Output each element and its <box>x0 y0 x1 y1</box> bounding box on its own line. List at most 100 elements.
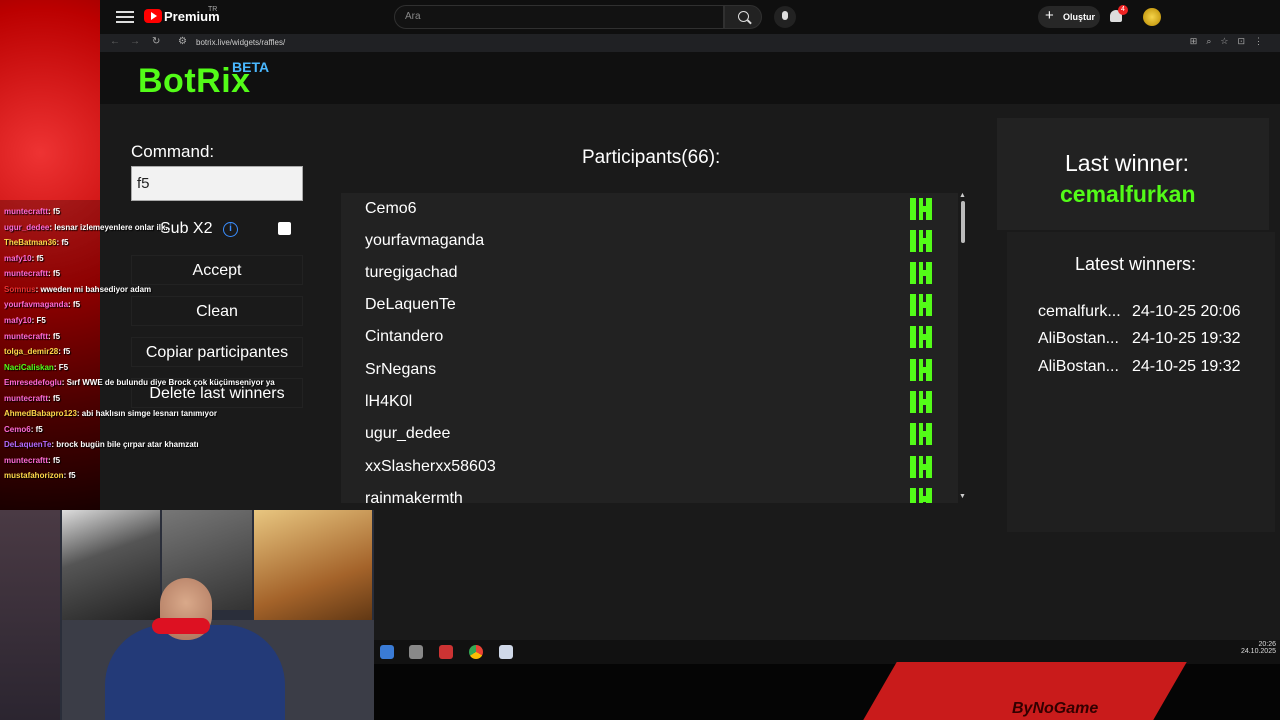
chat-message: DeLaquenTe: brock bugün bile çırpar atar… <box>4 440 199 449</box>
chat-username: yourfavmaganda <box>4 300 69 309</box>
chat-username: TheBatman36 <box>4 238 57 247</box>
chat-message: mustafahorizon: f5 <box>4 471 76 480</box>
youtube-brand-region: TR <box>208 6 218 13</box>
list-item: rainmakermth <box>341 483 958 503</box>
chat-text: : f5 <box>48 456 61 465</box>
participant-name: Cemo6 <box>365 200 417 217</box>
chat-text: : lesnar izlemeyenlere onlar ilk.. <box>49 223 170 232</box>
chat-text: : wweden mi bahsediyor adam <box>35 285 152 294</box>
screen: Premium TR Ara Oluştur + 4 ← → ↻ ⚙ botri… <box>0 0 1280 720</box>
chat-username: tolga_demir28 <box>4 347 59 356</box>
chat-message: ugur_dedee: lesnar izlemeyenlere onlar i… <box>4 223 170 232</box>
list-item: yourfavmaganda <box>341 225 958 257</box>
scrollbar-thumb[interactable] <box>961 201 965 243</box>
obs-icon[interactable] <box>439 645 453 659</box>
chat-message: NaciCaliskan: F5 <box>4 363 68 372</box>
chat-text: : f5 <box>58 347 71 356</box>
chat-text: : f5 <box>48 269 61 278</box>
winner-name: AliBostan... <box>1038 330 1119 347</box>
reload-icon[interactable]: ↻ <box>152 36 160 47</box>
chat-username: muntecraftt <box>4 456 49 465</box>
winner-date: 24-10-25 20:06 <box>1132 303 1241 320</box>
latest-winners-title: Latest winners: <box>1075 254 1197 274</box>
chat-text: : f5 <box>48 332 61 341</box>
cam-poster <box>62 510 160 620</box>
chat-message: Somnus: wweden mi bahsediyor adam <box>4 285 151 294</box>
search-input[interactable]: Ara <box>394 5 724 29</box>
scroll-up-icon[interactable]: ▲ <box>959 192 966 199</box>
chat-message: mafy10: F5 <box>4 316 46 325</box>
kick-icon <box>910 359 932 381</box>
chat-message: yourfavmaganda: f5 <box>4 300 80 309</box>
chat-message: Emresedefoglu: Sırf WWE de bulundu diye … <box>4 378 275 387</box>
chat-username: muntecraftt <box>4 394 49 403</box>
winner-date: 24-10-25 19:32 <box>1132 330 1241 347</box>
youtube-logo-icon[interactable] <box>144 9 162 23</box>
chat-username: Cemo6 <box>4 425 31 434</box>
clock-time: 20:26 <box>1258 641 1276 648</box>
list-item: turegigachad <box>341 257 958 289</box>
chat-username: ugur_dedee <box>4 223 50 232</box>
cam-shelf <box>0 510 60 720</box>
chat-text: : f5 <box>56 238 69 247</box>
menu-icon[interactable] <box>116 8 134 26</box>
chat-text: : f5 <box>31 254 44 263</box>
chat-message: muntecraftt: f5 <box>4 269 60 278</box>
list-item: Cintandero <box>341 321 958 353</box>
brand-logo: ByNoGame <box>1012 700 1099 717</box>
participant-name: Cintandero <box>365 328 444 345</box>
chat-text: : f5 <box>63 471 76 480</box>
clock-date: 24.10.2025 <box>1240 648 1276 655</box>
list-item: Cemo6 <box>341 193 958 225</box>
chat-message: AhmedBabapro123: abi haklısın simge lesn… <box>4 409 217 418</box>
command-input[interactable] <box>131 166 303 201</box>
latest-winners-card <box>1007 232 1275 532</box>
app-icon[interactable] <box>409 645 423 659</box>
back-icon[interactable]: ← <box>110 36 120 47</box>
list-item: xxSlasherxx58603 <box>341 451 958 483</box>
chat-message: muntecraftt: f5 <box>4 456 60 465</box>
browser-toolbar-icons[interactable]: ⊞⌕☆⊡⋮ <box>1190 36 1272 47</box>
search-icon[interactable] <box>724 5 762 29</box>
kick-icon <box>910 262 932 284</box>
winner-date: 24-10-25 19:32 <box>1132 358 1241 375</box>
avatar[interactable] <box>1143 8 1161 26</box>
participant-name: yourfavmaganda <box>365 232 485 249</box>
chat-username: mafy10 <box>4 254 32 263</box>
chrome-icon[interactable] <box>469 645 483 659</box>
chat-message: tolga_demir28: f5 <box>4 347 70 356</box>
kick-icon <box>910 230 932 252</box>
chat-text: : f5 <box>30 425 43 434</box>
file-explorer-icon[interactable] <box>380 645 394 659</box>
chat-username: NaciCaliskan <box>4 363 54 372</box>
kick-icon <box>910 423 932 445</box>
chat-overlay: muntecraftt: f5 ugur_dedee: lesnar izleme… <box>0 205 330 485</box>
kick-icon <box>910 488 932 503</box>
notepad-icon[interactable] <box>499 645 513 659</box>
chat-username: mustafahorizon <box>4 471 64 480</box>
participant-name: DeLaquenTe <box>365 296 456 313</box>
list-item: ugur_dedee <box>341 418 958 450</box>
chat-text: : Sırf WWE de bulundu diye Brock çok küç… <box>61 378 275 387</box>
kick-icon <box>910 198 932 220</box>
kick-icon <box>910 391 932 413</box>
microphone-icon[interactable] <box>774 6 796 28</box>
command-label: Command: <box>131 142 215 161</box>
chat-username: muntecraftt <box>4 207 49 216</box>
chat-username: mafy10 <box>4 316 32 325</box>
kick-icon <box>910 294 932 316</box>
chat-message: Cemo6: f5 <box>4 425 43 434</box>
chat-username: AhmedBabapro123 <box>4 409 77 418</box>
beta-badge: BETA <box>232 59 270 75</box>
chat-username: muntecraftt <box>4 332 49 341</box>
cam-poster <box>254 510 372 630</box>
forward-icon[interactable]: → <box>130 36 140 47</box>
site-settings-icon[interactable]: ⚙ <box>178 36 187 47</box>
last-winner-name: cemalfurkan <box>1060 181 1196 207</box>
taskbar-clock[interactable]: 20:26 24.10.2025 <box>1236 641 1276 655</box>
chat-text: : brock bugün bile çırpar atar khamzatı <box>51 440 199 449</box>
participant-name: rainmakermth <box>365 490 463 503</box>
kick-icon <box>910 456 932 478</box>
url-field[interactable]: botrix.live/widgets/raffles/ <box>196 38 285 47</box>
scroll-down-icon[interactable]: ▼ <box>959 493 966 500</box>
